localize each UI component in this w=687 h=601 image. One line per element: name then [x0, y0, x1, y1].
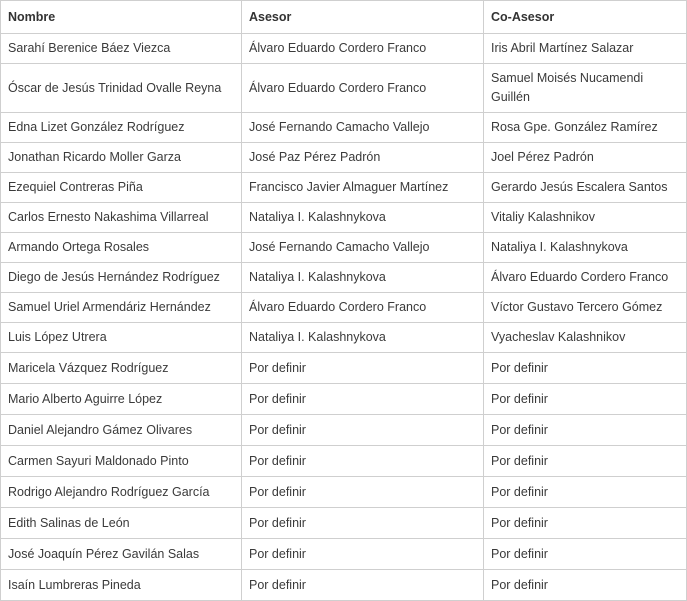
- cell-asesor: Por definir: [241, 476, 484, 508]
- cell-co-asesor: Por definir: [483, 383, 687, 415]
- cell-nombre: Maricela Vázquez Rodríguez: [0, 352, 242, 384]
- cell-nombre: Carlos Ernesto Nakashima Villarreal: [0, 202, 242, 233]
- cell-asesor: Nataliya I. Kalashnykova: [241, 262, 484, 293]
- cell-nombre: Edna Lizet González Rodríguez: [0, 112, 242, 143]
- table-row: Luis López Utrera Nataliya I. Kalashnykov…: [0, 322, 687, 353]
- cell-co-asesor: Gerardo Jesús Escalera Santos: [483, 172, 687, 203]
- table-row: Edith Salinas de León Por definir Por defi…: [0, 507, 687, 539]
- cell-asesor: Por definir: [241, 352, 484, 384]
- cell-nombre: Samuel Uriel Armendáriz Hernández: [0, 292, 242, 323]
- cell-asesor: Álvaro Eduardo Cordero Franco: [241, 292, 484, 323]
- advisors-table: Nombre Asesor Co-Asesor Sarahí Berenice …: [0, 0, 687, 601]
- cell-nombre: Edith Salinas de León: [0, 507, 242, 539]
- cell-nombre: José Joaquín Pérez Gavilán Salas: [0, 538, 242, 570]
- cell-asesor: Nataliya I. Kalashnykova: [241, 202, 484, 233]
- cell-co-asesor: Joel Pérez Padrón: [483, 142, 687, 173]
- cell-nombre: Armando Ortega Rosales: [0, 232, 242, 263]
- cell-nombre: Óscar de Jesús Trinidad Ovalle Reyna: [0, 63, 242, 113]
- header-asesor: Asesor: [241, 0, 484, 34]
- cell-asesor: Por definir: [241, 383, 484, 415]
- cell-nombre: Daniel Alejandro Gámez Olivares: [0, 414, 242, 446]
- cell-asesor: Por definir: [241, 507, 484, 539]
- cell-nombre: Sarahí Berenice Báez Viezca: [0, 33, 242, 64]
- cell-asesor: José Fernando Camacho Vallejo: [241, 112, 484, 143]
- cell-co-asesor: Álvaro Eduardo Cordero Franco: [483, 262, 687, 293]
- cell-asesor: José Paz Pérez Padrón: [241, 142, 484, 173]
- cell-nombre: Diego de Jesús Hernández Rodríguez: [0, 262, 242, 293]
- table-row: Edna Lizet González Rodríguez José Fernan…: [0, 112, 687, 143]
- table-row: José Joaquín Pérez Gavilán Salas Por defi…: [0, 538, 687, 570]
- table-row: Samuel Uriel Armendáriz Hernández Álvaro …: [0, 292, 687, 323]
- table-row: Maricela Vázquez Rodríguez Por definir Por…: [0, 352, 687, 384]
- cell-co-asesor: Víctor Gustavo Tercero Gómez: [483, 292, 687, 323]
- cell-co-asesor: Vyacheslav Kalashnikov: [483, 322, 687, 353]
- table-row: Carlos Ernesto Nakashima Villarreal Natal…: [0, 202, 687, 233]
- cell-co-asesor: Vitaliy Kalashnikov: [483, 202, 687, 233]
- cell-co-asesor: Rosa Gpe. González Ramírez: [483, 112, 687, 143]
- cell-co-asesor: Por definir: [483, 414, 687, 446]
- header-co-asesor: Co-Asesor: [483, 0, 687, 34]
- cell-asesor: Nataliya I. Kalashnykova: [241, 322, 484, 353]
- cell-nombre: Carmen Sayuri Maldonado Pinto: [0, 445, 242, 477]
- table-row: Daniel Alejandro Gámez Olivares Por defin…: [0, 414, 687, 446]
- cell-co-asesor: Por definir: [483, 445, 687, 477]
- cell-nombre: Rodrigo Alejandro Rodríguez García: [0, 476, 242, 508]
- cell-asesor: Francisco Javier Almaguer Martínez: [241, 172, 484, 203]
- cell-co-asesor: Samuel Moisés Nucamendi Guillén: [483, 63, 687, 113]
- table-row: Diego de Jesús Hernández Rodríguez Natali…: [0, 262, 687, 293]
- table-row: Mario Alberto Aguirre López Por definir Po…: [0, 383, 687, 415]
- table-row: Sarahí Berenice Báez Viezca Álvaro Eduard…: [0, 33, 687, 64]
- cell-nombre: Luis López Utrera: [0, 322, 242, 353]
- table-row: Rodrigo Alejandro Rodríguez García Por de…: [0, 476, 687, 508]
- cell-asesor: Álvaro Eduardo Cordero Franco: [241, 33, 484, 64]
- table-row: Jonathan Ricardo Moller Garza José Paz Pé…: [0, 142, 687, 173]
- table-row: Isaín Lumbreras Pineda Por definir Por def…: [0, 569, 687, 601]
- cell-nombre: Mario Alberto Aguirre López: [0, 383, 242, 415]
- cell-asesor: Por definir: [241, 414, 484, 446]
- cell-asesor: Por definir: [241, 538, 484, 570]
- cell-nombre: Isaín Lumbreras Pineda: [0, 569, 242, 601]
- cell-asesor: José Fernando Camacho Vallejo: [241, 232, 484, 263]
- cell-co-asesor: Por definir: [483, 569, 687, 601]
- header-nombre: Nombre: [0, 0, 242, 34]
- cell-co-asesor: Por definir: [483, 538, 687, 570]
- cell-nombre: Jonathan Ricardo Moller Garza: [0, 142, 242, 173]
- cell-asesor: Álvaro Eduardo Cordero Franco: [241, 63, 484, 113]
- cell-co-asesor: Por definir: [483, 352, 687, 384]
- cell-co-asesor: Por definir: [483, 507, 687, 539]
- table-header-row: Nombre Asesor Co-Asesor: [0, 0, 687, 34]
- table-row: Carmen Sayuri Maldonado Pinto Por definir…: [0, 445, 687, 477]
- table-row: Óscar de Jesús Trinidad Ovalle Reyna Álva…: [0, 63, 687, 113]
- table-row: Ezequiel Contreras Piña Francisco Javier …: [0, 172, 687, 203]
- cell-co-asesor: Nataliya I. Kalashnykova: [483, 232, 687, 263]
- cell-co-asesor: Por definir: [483, 476, 687, 508]
- cell-asesor: Por definir: [241, 569, 484, 601]
- cell-co-asesor: Iris Abril Martínez Salazar: [483, 33, 687, 64]
- cell-asesor: Por definir: [241, 445, 484, 477]
- table-row: Armando Ortega Rosales José Fernando Cama…: [0, 232, 687, 263]
- cell-nombre: Ezequiel Contreras Piña: [0, 172, 242, 203]
